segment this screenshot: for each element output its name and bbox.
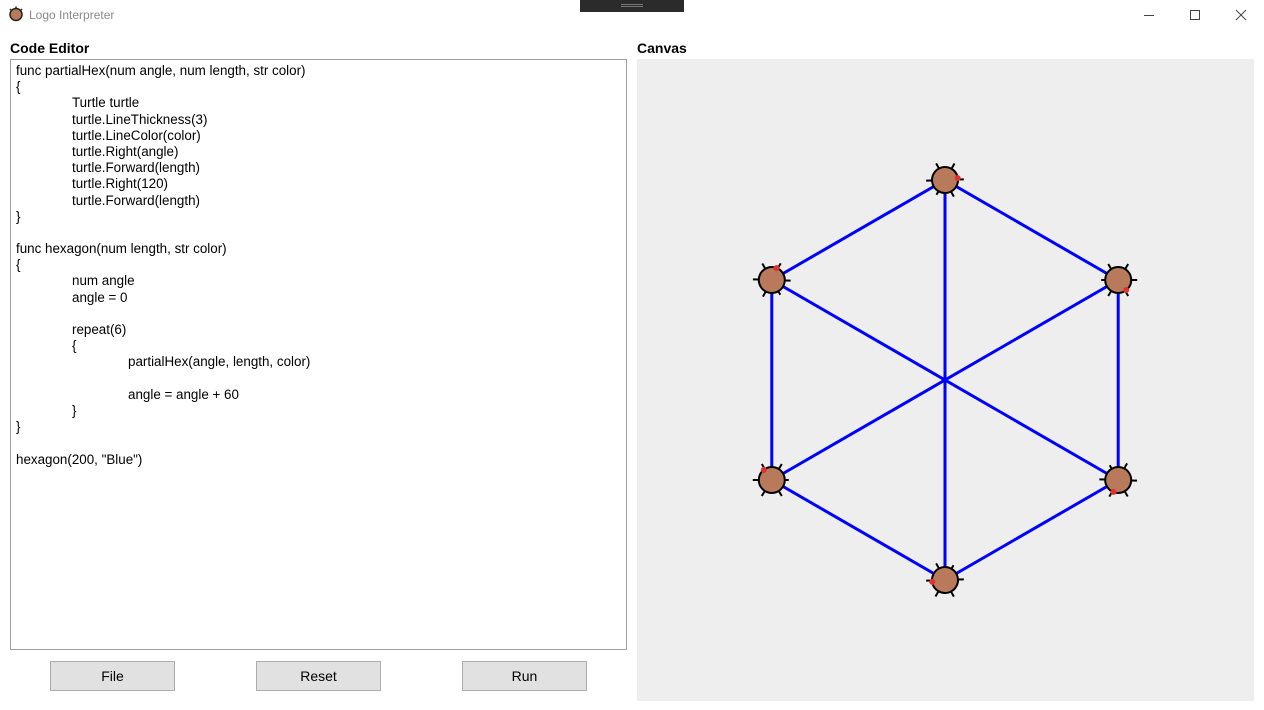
reset-button[interactable]: Reset xyxy=(256,661,381,691)
code-line: angle = 0 xyxy=(72,289,128,305)
window-title: Logo Interpreter xyxy=(29,8,115,22)
code-line: turtle.Forward(length) xyxy=(72,160,201,176)
code-line: { xyxy=(16,79,21,95)
code-line: turtle.Right(120) xyxy=(72,176,169,192)
code-line: } xyxy=(16,208,21,224)
canvas-label: Canvas xyxy=(637,40,687,56)
minimize-button[interactable] xyxy=(1126,0,1172,30)
drawn-line xyxy=(943,178,1120,282)
code-line: hexagon(200, "Blue") xyxy=(16,451,143,467)
turtle-icon xyxy=(752,463,789,497)
run-button[interactable]: Run xyxy=(462,661,587,691)
code-line: turtle.Forward(length) xyxy=(72,192,201,208)
code-line: turtle.LineThickness(3) xyxy=(72,111,208,127)
code-editor[interactable]: func partialHex(num angle, num length, s… xyxy=(10,59,627,650)
file-button[interactable]: File xyxy=(50,661,175,691)
drawing-canvas[interactable] xyxy=(637,59,1254,701)
maximize-icon xyxy=(1190,10,1200,20)
app-window: Logo Interpreter Code Editor Canvas func… xyxy=(0,0,1264,710)
code-line: turtle.Right(angle) xyxy=(72,143,179,159)
code-line: turtle.LineColor(color) xyxy=(72,127,201,143)
code-line: num angle xyxy=(72,273,135,289)
drag-handle[interactable] xyxy=(580,0,684,12)
code-line: repeat(6) xyxy=(72,322,127,337)
minimize-icon xyxy=(1144,15,1154,16)
code-line: angle = angle + 60 xyxy=(128,386,239,402)
turtle-app-icon xyxy=(9,6,23,22)
maximize-button[interactable] xyxy=(1172,0,1218,30)
canvas-drawing xyxy=(752,162,1138,598)
code-line: { xyxy=(16,257,21,273)
code-line: func hexagon(num length, str color) xyxy=(16,241,227,257)
turtle-icon xyxy=(1101,263,1138,297)
drawn-line xyxy=(770,478,947,582)
code-line: } xyxy=(16,419,21,435)
title-bar[interactable]: Logo Interpreter xyxy=(0,0,1264,30)
code-line: { xyxy=(72,338,77,354)
close-button[interactable] xyxy=(1218,0,1264,30)
drawn-line xyxy=(943,478,1120,582)
code-line: partialHex(angle, length, color) xyxy=(128,354,311,370)
close-icon xyxy=(1235,9,1247,21)
drawn-line xyxy=(770,178,947,282)
code-line: func partialHex(num angle, num length, s… xyxy=(16,63,306,78)
code-editor-label: Code Editor xyxy=(10,40,90,56)
code-line: } xyxy=(72,402,77,418)
code-line: Turtle turtle xyxy=(72,95,140,111)
